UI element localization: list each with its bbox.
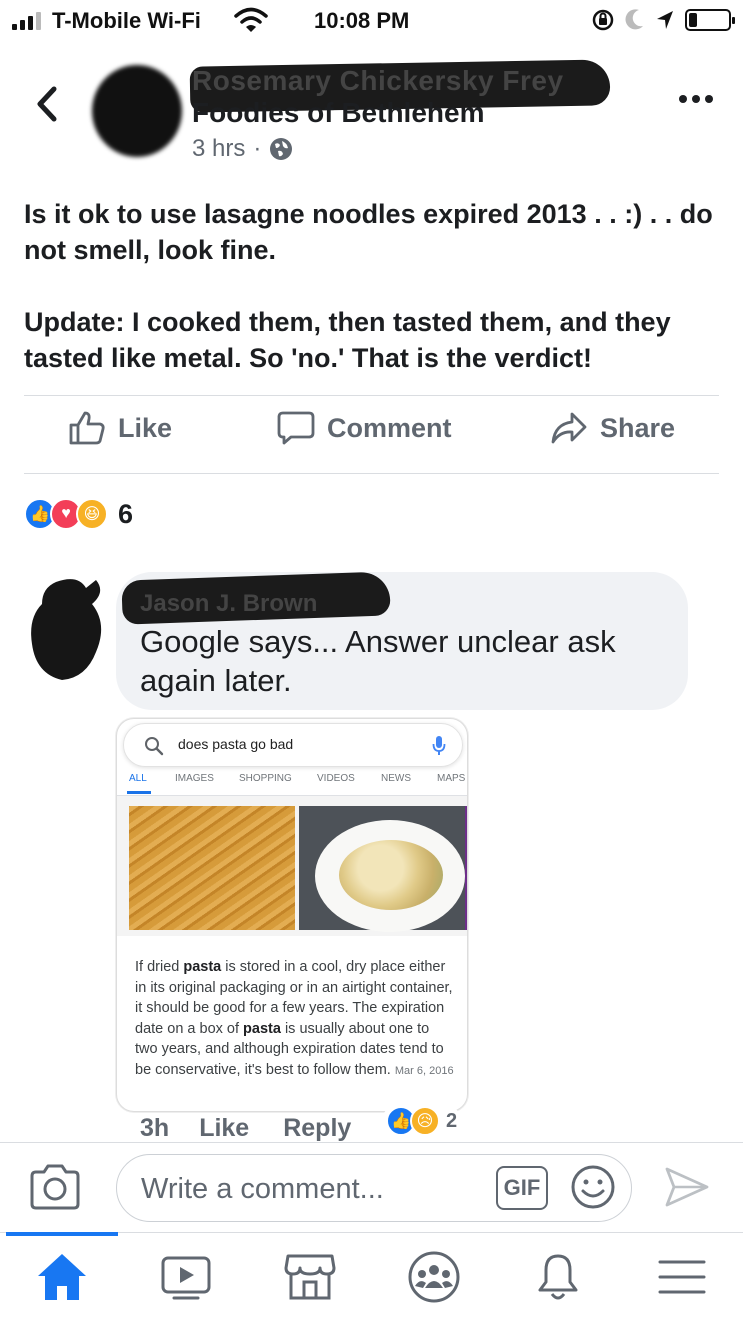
clock: 10:08 PM <box>314 8 410 33</box>
google-tab: NEWS <box>381 773 411 784</box>
comment-time: 3h <box>140 1114 170 1142</box>
comment-label: Comment <box>327 412 452 443</box>
author-name[interactable]: Rosemary Chickersky Frey <box>192 65 564 97</box>
snippet-bold-term: pasta <box>183 959 222 975</box>
group-name[interactable]: Foodies of Bethlehem <box>192 97 484 129</box>
google-tab: ALL <box>129 773 147 784</box>
share-label: Share <box>600 412 676 443</box>
divider <box>24 395 719 396</box>
emoji-icon[interactable] <box>570 1164 616 1210</box>
haha-reaction-icon: 😆 <box>76 498 108 530</box>
comment-reaction-count: 2 <box>446 1109 458 1132</box>
meta-separator: · <box>253 135 262 162</box>
image-edge <box>465 806 467 930</box>
comment-input[interactable]: Write a comment... <box>116 1154 632 1222</box>
gif-button[interactable]: GIF <box>496 1166 548 1210</box>
snippet-text: If dried <box>135 959 184 975</box>
post-text-update: Update: I cooked them, then tasted them,… <box>24 307 671 373</box>
like-button[interactable]: Like <box>68 410 172 446</box>
google-query: does pasta go bad <box>178 736 294 752</box>
more-options-icon[interactable] <box>679 95 713 103</box>
post-action-bar: Like Comment Share <box>24 410 719 462</box>
post-body: Is it ok to use lasagne noodles expired … <box>24 196 724 412</box>
snippet-date: Mar 6, 2016 <box>394 1064 454 1077</box>
post-header: Rosemary Chickersky Frey Foodies of Beth… <box>0 55 743 175</box>
share-arrow-icon <box>551 412 587 444</box>
comment-button[interactable]: Comment <box>277 410 452 446</box>
pasta-food <box>339 840 443 910</box>
watch-video-icon[interactable] <box>158 1250 214 1304</box>
comment-text: Google says... Answer unclear ask again … <box>140 624 616 698</box>
search-icon <box>145 737 164 756</box>
active-tab-indicator <box>127 791 151 794</box>
back-arrow-icon[interactable] <box>30 79 64 129</box>
author-avatar[interactable] <box>92 65 182 157</box>
battery-icon <box>685 9 735 31</box>
like-label: Like <box>118 412 173 443</box>
globe-icon <box>270 138 293 160</box>
google-image-strip <box>117 796 467 936</box>
post-text-paragraph: Is it ok to use lasagne noodles expired … <box>24 199 713 265</box>
google-tab: MAPS <box>437 773 466 784</box>
reaction-count: 6 <box>118 498 134 529</box>
groups-icon[interactable] <box>406 1250 462 1304</box>
comment-reply-button[interactable]: Reply <box>283 1114 351 1143</box>
comment-footer: 3h Like Reply <box>140 1114 351 1143</box>
dry-pasta-image <box>129 806 295 930</box>
google-search-bar: does pasta go bad <box>123 723 463 767</box>
google-snippet: If dried pasta is stored in a cool, dry … <box>135 957 455 1082</box>
share-button[interactable]: Share <box>550 410 675 446</box>
post-time: 3 hrs <box>192 135 246 162</box>
sad-reaction-icon: 😥 <box>410 1106 440 1136</box>
carrier-label: T-Mobile Wi-Fi <box>52 8 201 33</box>
comment-like-button[interactable]: Like <box>199 1114 249 1143</box>
comment-input-placeholder: Write a comment... <box>141 1173 384 1205</box>
microphone-icon <box>432 736 446 755</box>
comment-reactions[interactable]: 👍 😥 2 <box>382 1104 462 1138</box>
google-tabs: ALL IMAGES SHOPPING VIDEOS NEWS MAPS <box>117 769 467 795</box>
google-tab: VIDEOS <box>317 773 355 784</box>
commenter-name[interactable]: Jason J. Brown <box>140 590 317 618</box>
divider <box>0 1142 743 1143</box>
rotation-lock-icon <box>592 9 614 31</box>
post-meta: 3 hrs · <box>192 135 293 163</box>
comment-image-attachment[interactable]: does pasta go bad ALL IMAGES SHOPPING VI… <box>116 718 468 1112</box>
google-tab: IMAGES <box>175 773 214 784</box>
menu-hamburger-icon[interactable] <box>654 1250 710 1304</box>
home-icon[interactable] <box>34 1250 90 1304</box>
wifi-icon <box>234 7 268 32</box>
reaction-summary[interactable]: 👍 ♥ 😆 6 <box>24 498 133 530</box>
do-not-disturb-icon <box>625 9 643 30</box>
thumbs-up-icon <box>69 411 105 445</box>
commenter-avatar[interactable] <box>26 574 110 684</box>
divider <box>24 473 719 474</box>
status-bar: T-Mobile Wi-Fi 10:08 PM <box>0 0 743 42</box>
snippet-bold-term: pasta <box>243 1020 281 1037</box>
marketplace-icon[interactable] <box>282 1250 338 1304</box>
camera-icon[interactable] <box>28 1162 82 1212</box>
signal-strength-icon <box>12 10 41 30</box>
send-icon[interactable] <box>664 1166 710 1208</box>
notifications-bell-icon[interactable] <box>530 1250 586 1304</box>
location-arrow-icon <box>657 11 673 29</box>
active-tab-indicator <box>6 1232 118 1236</box>
google-tab: SHOPPING <box>239 773 292 784</box>
comment-bubble-icon <box>277 411 315 445</box>
